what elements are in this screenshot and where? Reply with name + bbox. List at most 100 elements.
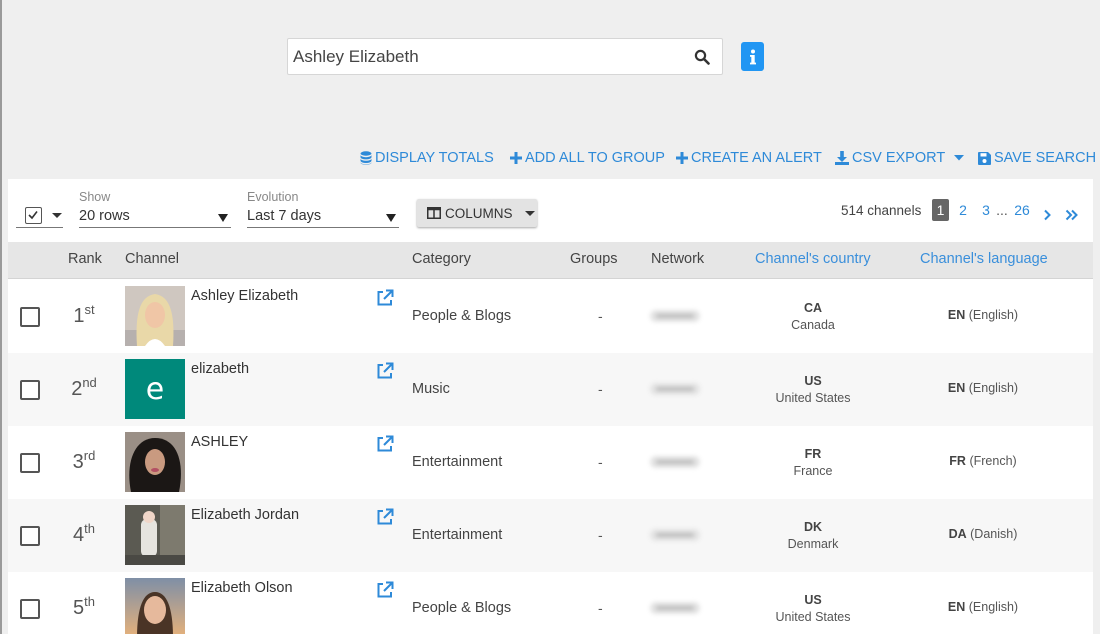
plus-icon xyxy=(676,152,688,164)
row-rank: 3rd xyxy=(72,448,96,473)
row-groups: - xyxy=(598,454,603,470)
external-link-icon[interactable] xyxy=(376,508,394,526)
display-totals-label: DISPLAY TOTALS xyxy=(375,150,494,166)
select-all-checkbox[interactable] xyxy=(25,207,42,224)
page-1[interactable]: 1 xyxy=(932,199,949,221)
header-language[interactable]: Channel's language xyxy=(920,251,1048,267)
table-header: Rank Channel Category Groups Network Cha… xyxy=(8,242,1093,279)
select-all-dropdown[interactable] xyxy=(16,204,63,228)
network-redacted xyxy=(650,456,700,468)
row-language: FR (French) xyxy=(949,454,1017,468)
page-3[interactable]: 3 xyxy=(980,199,992,221)
external-link-icon[interactable] xyxy=(376,581,394,599)
table-row[interactable]: 1st Ashley Elizabeth People & Blogs - CA… xyxy=(8,280,1093,353)
table-row[interactable]: 5th Elizabeth Olson People & Blogs - US … xyxy=(8,572,1093,634)
row-category: Entertainment xyxy=(412,454,503,470)
external-link-icon[interactable] xyxy=(376,362,394,380)
row-rank: 1st xyxy=(73,302,95,327)
search-box xyxy=(287,38,723,75)
network-redacted xyxy=(650,310,700,322)
row-category: People & Blogs xyxy=(412,308,512,324)
header-country[interactable]: Channel's country xyxy=(755,251,871,267)
page-2[interactable]: 2 xyxy=(957,199,969,221)
channel-name[interactable]: Elizabeth Jordan xyxy=(191,507,299,523)
chevron-down-icon xyxy=(52,213,62,218)
channel-avatar[interactable] xyxy=(125,578,185,634)
add-all-to-group-button[interactable]: ADD ALL TO GROUP xyxy=(510,148,665,168)
header-category[interactable]: Category xyxy=(412,251,471,267)
channel-avatar[interactable]: e xyxy=(125,359,185,419)
external-link-icon[interactable] xyxy=(376,289,394,307)
table-row[interactable]: 4th Elizabeth Jordan Entertainment - DK … xyxy=(8,499,1093,572)
row-checkbox[interactable] xyxy=(20,307,40,327)
add-all-to-group-label: ADD ALL TO GROUP xyxy=(525,150,665,166)
results-panel: Show 20 rows Evolution Last 7 days COLUM… xyxy=(8,179,1093,634)
channel-name[interactable]: ASHLEY xyxy=(191,434,248,450)
evolution-select[interactable]: Evolution Last 7 days xyxy=(247,189,399,228)
evolution-label: Evolution xyxy=(247,190,299,204)
row-checkbox[interactable] xyxy=(20,599,40,619)
channel-name[interactable]: Elizabeth Olson xyxy=(191,580,293,596)
action-toolbar: DISPLAY TOTALS ADD ALL TO GROUP CREATE A… xyxy=(0,148,1100,168)
page-ellipsis: ... xyxy=(996,202,1008,218)
table-row[interactable]: 2nd e elizabeth Music - US United States… xyxy=(8,353,1093,426)
row-language: EN (English) xyxy=(947,381,1019,395)
header-channel[interactable]: Channel xyxy=(125,251,179,267)
header-network[interactable]: Network xyxy=(651,251,704,267)
row-rank: 4th xyxy=(73,521,95,546)
chevron-right-icon[interactable] xyxy=(1043,204,1051,226)
evolution-value: Last 7 days xyxy=(247,208,322,224)
row-country: US United States xyxy=(775,374,851,405)
channel-avatar[interactable] xyxy=(125,505,185,565)
page-26[interactable]: 26 xyxy=(1012,199,1032,221)
channel-name[interactable]: elizabeth xyxy=(191,361,249,377)
dropdown-arrow-icon xyxy=(386,214,396,222)
chevron-down-icon xyxy=(954,155,965,161)
window-edge xyxy=(0,0,2,634)
row-groups: - xyxy=(598,381,603,397)
row-category: Entertainment xyxy=(412,527,503,543)
header-rank[interactable]: Rank xyxy=(68,251,102,267)
row-language: EN (English) xyxy=(947,308,1019,322)
network-redacted xyxy=(650,529,700,541)
csv-export-label: CSV EXPORT xyxy=(852,150,946,166)
display-totals-button[interactable]: DISPLAY TOTALS xyxy=(360,148,494,168)
csv-export-button[interactable]: CSV EXPORT xyxy=(835,148,965,168)
create-alert-label: CREATE AN ALERT xyxy=(691,150,822,166)
check-icon xyxy=(28,211,38,220)
row-checkbox[interactable] xyxy=(20,380,40,400)
channel-avatar[interactable] xyxy=(125,286,185,346)
show-rows-select[interactable]: Show 20 rows xyxy=(79,189,231,228)
header-groups[interactable]: Groups xyxy=(570,251,618,267)
save-icon xyxy=(978,151,991,165)
table-row[interactable]: 3rd ASHLEY Entertainment - FR France FR … xyxy=(8,426,1093,499)
save-search-button[interactable]: SAVE SEARCH xyxy=(978,148,1096,168)
row-country: US United States xyxy=(775,593,851,624)
row-country: FR France xyxy=(793,447,833,478)
columns-button[interactable]: COLUMNS xyxy=(417,199,537,227)
chevron-down-icon xyxy=(524,210,535,216)
plus-icon xyxy=(510,152,522,164)
row-country: DK Denmark xyxy=(787,520,839,551)
search-input[interactable] xyxy=(288,39,688,74)
row-category: Music xyxy=(412,381,450,397)
row-category: People & Blogs xyxy=(412,600,512,616)
create-alert-button[interactable]: CREATE AN ALERT xyxy=(676,148,822,168)
channel-count: 514 channels xyxy=(841,203,922,218)
row-groups: - xyxy=(598,600,603,616)
double-chevron-right-icon[interactable] xyxy=(1065,204,1078,226)
info-icon xyxy=(749,49,756,64)
row-checkbox[interactable] xyxy=(20,526,40,546)
info-button[interactable] xyxy=(741,42,764,71)
external-link-icon[interactable] xyxy=(376,435,394,453)
search-icon[interactable] xyxy=(694,49,710,65)
show-value: 20 rows xyxy=(79,208,130,224)
row-checkbox[interactable] xyxy=(20,453,40,473)
download-icon xyxy=(835,151,849,165)
channel-name[interactable]: Ashley Elizabeth xyxy=(191,288,298,304)
channel-avatar[interactable] xyxy=(125,432,185,492)
show-label: Show xyxy=(79,190,111,204)
row-rank: 5th xyxy=(73,594,95,619)
network-redacted xyxy=(650,602,700,614)
columns-label: COLUMNS xyxy=(445,205,513,221)
